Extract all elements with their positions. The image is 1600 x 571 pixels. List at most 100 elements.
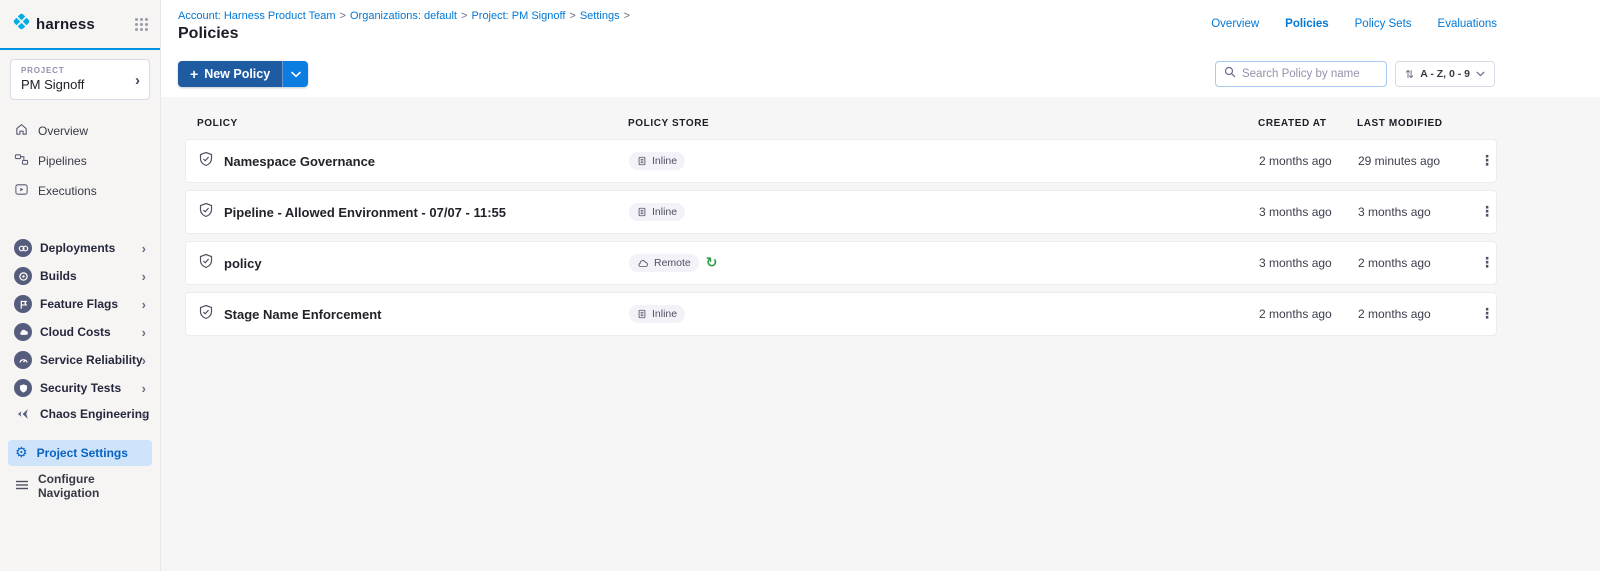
toolbar: + New Policy ⇅ A - Z, 0 - 9	[161, 52, 1600, 97]
policy-shield-icon	[198, 202, 214, 223]
plus-icon: +	[190, 66, 198, 82]
content-area: POLICY POLICY STORE CREATED AT LAST MODI…	[161, 97, 1600, 571]
last-modified: 2 months ago	[1358, 307, 1474, 321]
chaos-engineering-icon	[14, 407, 32, 421]
gear-icon: ⚙	[15, 446, 28, 460]
policy-shield-icon	[198, 151, 214, 172]
project-selector[interactable]: PROJECT PM Signoff ›	[10, 59, 150, 100]
hamburger-icon	[15, 479, 29, 494]
sidebar-item-security-tests[interactable]: Security Tests ›	[0, 374, 160, 402]
pipelines-icon	[14, 152, 29, 170]
store-badge-inline: Inline	[629, 305, 685, 323]
store-badge-label: Inline	[652, 155, 677, 167]
kebab-menu-icon[interactable]: ⋮	[1474, 200, 1500, 224]
chevron-right-icon: ›	[142, 269, 146, 284]
search-box	[1215, 61, 1387, 87]
deployments-icon	[14, 239, 32, 257]
policy-shield-icon	[198, 304, 214, 325]
harness-logo[interactable]: harness	[12, 12, 95, 36]
module-label: Security Tests	[40, 381, 121, 395]
chevron-down-icon	[291, 71, 301, 78]
sidebar-item-pipelines[interactable]: Pipelines	[0, 146, 160, 176]
inline-doc-icon	[637, 156, 647, 166]
sidebar-item-builds[interactable]: Builds ›	[0, 262, 160, 290]
sidebar-item-label: Pipelines	[38, 154, 87, 168]
tab-policy-sets[interactable]: Policy Sets	[1355, 18, 1412, 30]
tab-policies[interactable]: Policies	[1285, 18, 1328, 30]
created-at: 3 months ago	[1259, 205, 1358, 219]
module-label: Feature Flags	[40, 297, 118, 311]
store-badge-inline: Inline	[629, 152, 685, 170]
last-modified: 29 minutes ago	[1358, 154, 1474, 168]
sidebar-item-deployments[interactable]: Deployments ›	[0, 234, 160, 262]
store-badge-remote: Remote	[629, 254, 699, 272]
chevron-right-icon: ›	[135, 72, 140, 89]
sidebar-item-project-settings[interactable]: ⚙ Project Settings	[8, 440, 152, 466]
table-header-row: POLICY POLICY STORE CREATED AT LAST MODI…	[185, 97, 1497, 139]
module-label: Service Reliability	[40, 353, 143, 367]
sidebar-item-configure-navigation[interactable]: Configure Navigation	[8, 466, 152, 506]
new-policy-button[interactable]: + New Policy	[178, 61, 283, 87]
header-nav: Overview Policies Policy Sets Evaluation…	[1211, 18, 1497, 30]
chevron-right-icon: ›	[142, 241, 146, 256]
chevron-down-icon	[1476, 71, 1485, 77]
policy-name: Namespace Governance	[224, 154, 375, 169]
chevron-right-icon: ›	[142, 381, 146, 396]
search-cluster: ⇅ A - Z, 0 - 9	[1215, 61, 1495, 87]
policies-table: POLICY POLICY STORE CREATED AT LAST MODI…	[185, 97, 1497, 336]
page-header: Account: Harness Product Team > Organiza…	[161, 0, 1600, 52]
chevron-right-icon: ›	[142, 407, 146, 422]
feature-flags-icon	[14, 295, 32, 313]
sidebar-item-label: Overview	[38, 124, 88, 138]
sidebar-item-label: Project Settings	[37, 446, 128, 460]
sidebar-item-chaos-engineering[interactable]: Chaos Engineering ›	[0, 402, 160, 426]
search-input[interactable]	[1242, 68, 1378, 80]
search-icon	[1224, 65, 1236, 83]
git-sync-icon: ↻	[706, 256, 718, 270]
sidebar-item-cloud-costs[interactable]: Cloud Costs ›	[0, 318, 160, 346]
sidebar-item-overview[interactable]: Overview	[0, 116, 160, 146]
module-label: Builds	[40, 269, 77, 283]
kebab-menu-icon[interactable]: ⋮	[1474, 149, 1500, 173]
kebab-menu-icon[interactable]: ⋮	[1474, 251, 1500, 275]
tab-evaluations[interactable]: Evaluations	[1438, 18, 1497, 30]
sidebar-nav: Overview Pipelines Executions	[0, 116, 160, 206]
sidebar-item-service-reliability[interactable]: Service Reliability ›	[0, 346, 160, 374]
table-row[interactable]: Stage Name Enforcement Inline 2 months a…	[185, 292, 1497, 336]
sort-dropdown[interactable]: ⇅ A - Z, 0 - 9	[1395, 61, 1495, 87]
table-row[interactable]: Pipeline - Allowed Environment - 07/07 -…	[185, 190, 1497, 234]
breadcrumb-project[interactable]: Project: PM Signoff	[471, 10, 565, 22]
store-badge-label: Inline	[652, 308, 677, 320]
store-badge-inline: Inline	[629, 203, 685, 221]
new-policy-caret-button[interactable]	[283, 61, 308, 87]
service-reliability-icon	[14, 351, 32, 369]
column-header-policy-store: POLICY STORE	[628, 118, 1258, 129]
executions-icon	[14, 182, 29, 200]
inline-doc-icon	[637, 309, 647, 319]
apps-grid-icon[interactable]	[135, 18, 148, 31]
breadcrumb-settings[interactable]: Settings	[580, 10, 620, 22]
sidebar-item-label: Executions	[38, 184, 97, 198]
module-label: Chaos Engineering	[40, 407, 149, 421]
module-label: Deployments	[40, 241, 115, 255]
table-row[interactable]: policy Remote ↻ 3 months ago 2 months ag…	[185, 241, 1497, 285]
harness-logo-icon	[12, 12, 31, 36]
module-label: Cloud Costs	[40, 325, 111, 339]
inline-doc-icon	[637, 207, 647, 217]
breadcrumb-separator: >	[340, 10, 346, 22]
store-badge-label: Remote	[654, 257, 691, 269]
breadcrumb-account[interactable]: Account: Harness Product Team	[178, 10, 336, 22]
sidebar-item-executions[interactable]: Executions	[0, 176, 160, 206]
created-at: 3 months ago	[1259, 256, 1358, 270]
sidebar-item-feature-flags[interactable]: Feature Flags ›	[0, 290, 160, 318]
main-area: Account: Harness Product Team > Organiza…	[161, 0, 1600, 571]
kebab-menu-icon[interactable]: ⋮	[1474, 302, 1500, 326]
sidebar-item-label: Configure Navigation	[38, 472, 145, 500]
created-at: 2 months ago	[1259, 307, 1358, 321]
breadcrumb-organizations[interactable]: Organizations: default	[350, 10, 457, 22]
chevron-right-icon: ›	[142, 353, 146, 368]
table-row[interactable]: Namespace Governance Inline 2 months ago…	[185, 139, 1497, 183]
tab-overview[interactable]: Overview	[1211, 18, 1259, 30]
breadcrumb-separator: >	[461, 10, 467, 22]
new-policy-split-button: + New Policy	[178, 61, 308, 87]
